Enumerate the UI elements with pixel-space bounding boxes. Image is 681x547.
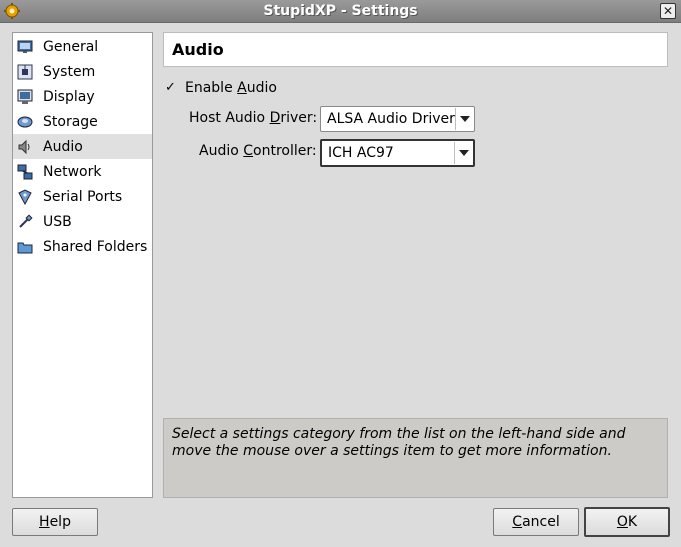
host-audio-driver-label: Host Audio Driver: bbox=[189, 110, 318, 126]
chevron-down-icon[interactable] bbox=[454, 142, 473, 164]
sidebar-item-usb[interactable]: USB bbox=[13, 209, 152, 234]
audio-controller-value: ICH AC97 bbox=[328, 145, 394, 161]
sidebar-item-display[interactable]: Display bbox=[13, 84, 152, 109]
page-title: Audio bbox=[172, 40, 224, 59]
close-button[interactable]: ✕ bbox=[660, 3, 676, 19]
enable-audio-label: Enable Audio bbox=[185, 80, 277, 96]
audio-controller-label: Audio Controller: bbox=[199, 143, 317, 159]
enable-audio-checkbox[interactable]: ✓ Enable Audio bbox=[165, 80, 277, 96]
sidebar-item-serial-ports[interactable]: Serial Ports bbox=[13, 184, 152, 209]
sidebar-item-label: General bbox=[43, 38, 99, 55]
info-text: Select a settings category from the list… bbox=[172, 426, 626, 459]
settings-category-list[interactable]: General System Display Storage Audio Net… bbox=[12, 32, 153, 498]
title-bar: StupidXP - Settings ✕ bbox=[0, 0, 681, 23]
sidebar-item-audio[interactable]: Audio bbox=[13, 134, 152, 159]
speaker-icon bbox=[17, 139, 33, 155]
sidebar-item-shared-folders[interactable]: Shared Folders bbox=[13, 234, 152, 259]
motherboard-icon bbox=[17, 64, 33, 80]
sidebar-item-general[interactable]: General bbox=[13, 34, 152, 59]
network-icon bbox=[17, 164, 33, 180]
ok-button[interactable]: OK bbox=[584, 507, 670, 537]
checkmark-icon[interactable]: ✓ bbox=[165, 81, 177, 94]
sidebar-item-system[interactable]: System bbox=[13, 59, 152, 84]
serial-port-icon bbox=[17, 188, 33, 205]
chevron-down-icon[interactable] bbox=[455, 108, 474, 130]
sidebar-item-label: Display bbox=[43, 88, 95, 105]
sidebar-item-label: Storage bbox=[43, 113, 98, 130]
audio-controller-select[interactable]: ICH AC97 bbox=[320, 139, 475, 167]
sidebar-item-network[interactable]: Network bbox=[13, 159, 152, 184]
sidebar-item-storage[interactable]: Storage bbox=[13, 109, 152, 134]
disk-icon bbox=[17, 114, 33, 130]
host-audio-driver-select[interactable]: ALSA Audio Driver bbox=[320, 106, 475, 132]
window-title: StupidXP - Settings bbox=[263, 3, 418, 19]
sidebar-item-label: System bbox=[43, 63, 96, 80]
folder-icon bbox=[17, 239, 33, 255]
usb-icon bbox=[17, 213, 33, 230]
display-icon bbox=[17, 89, 33, 105]
page-header: Audio bbox=[163, 32, 668, 67]
sidebar-item-label: Serial Ports bbox=[43, 188, 123, 205]
info-panel: Select a settings category from the list… bbox=[163, 418, 668, 498]
help-button[interactable]: Help bbox=[12, 508, 98, 536]
cancel-button-label: Cancel bbox=[512, 514, 560, 530]
sidebar-item-label: Shared Folders bbox=[43, 238, 148, 255]
sidebar-item-label: Network bbox=[43, 163, 102, 180]
host-audio-driver-value: ALSA Audio Driver bbox=[327, 111, 455, 127]
sidebar-item-label: Audio bbox=[43, 138, 83, 155]
sidebar-item-label: USB bbox=[43, 213, 72, 230]
ok-button-label: OK bbox=[616, 514, 638, 530]
monitor-icon bbox=[17, 39, 33, 55]
help-button-label: Help bbox=[39, 514, 71, 530]
cancel-button[interactable]: Cancel bbox=[493, 508, 579, 536]
